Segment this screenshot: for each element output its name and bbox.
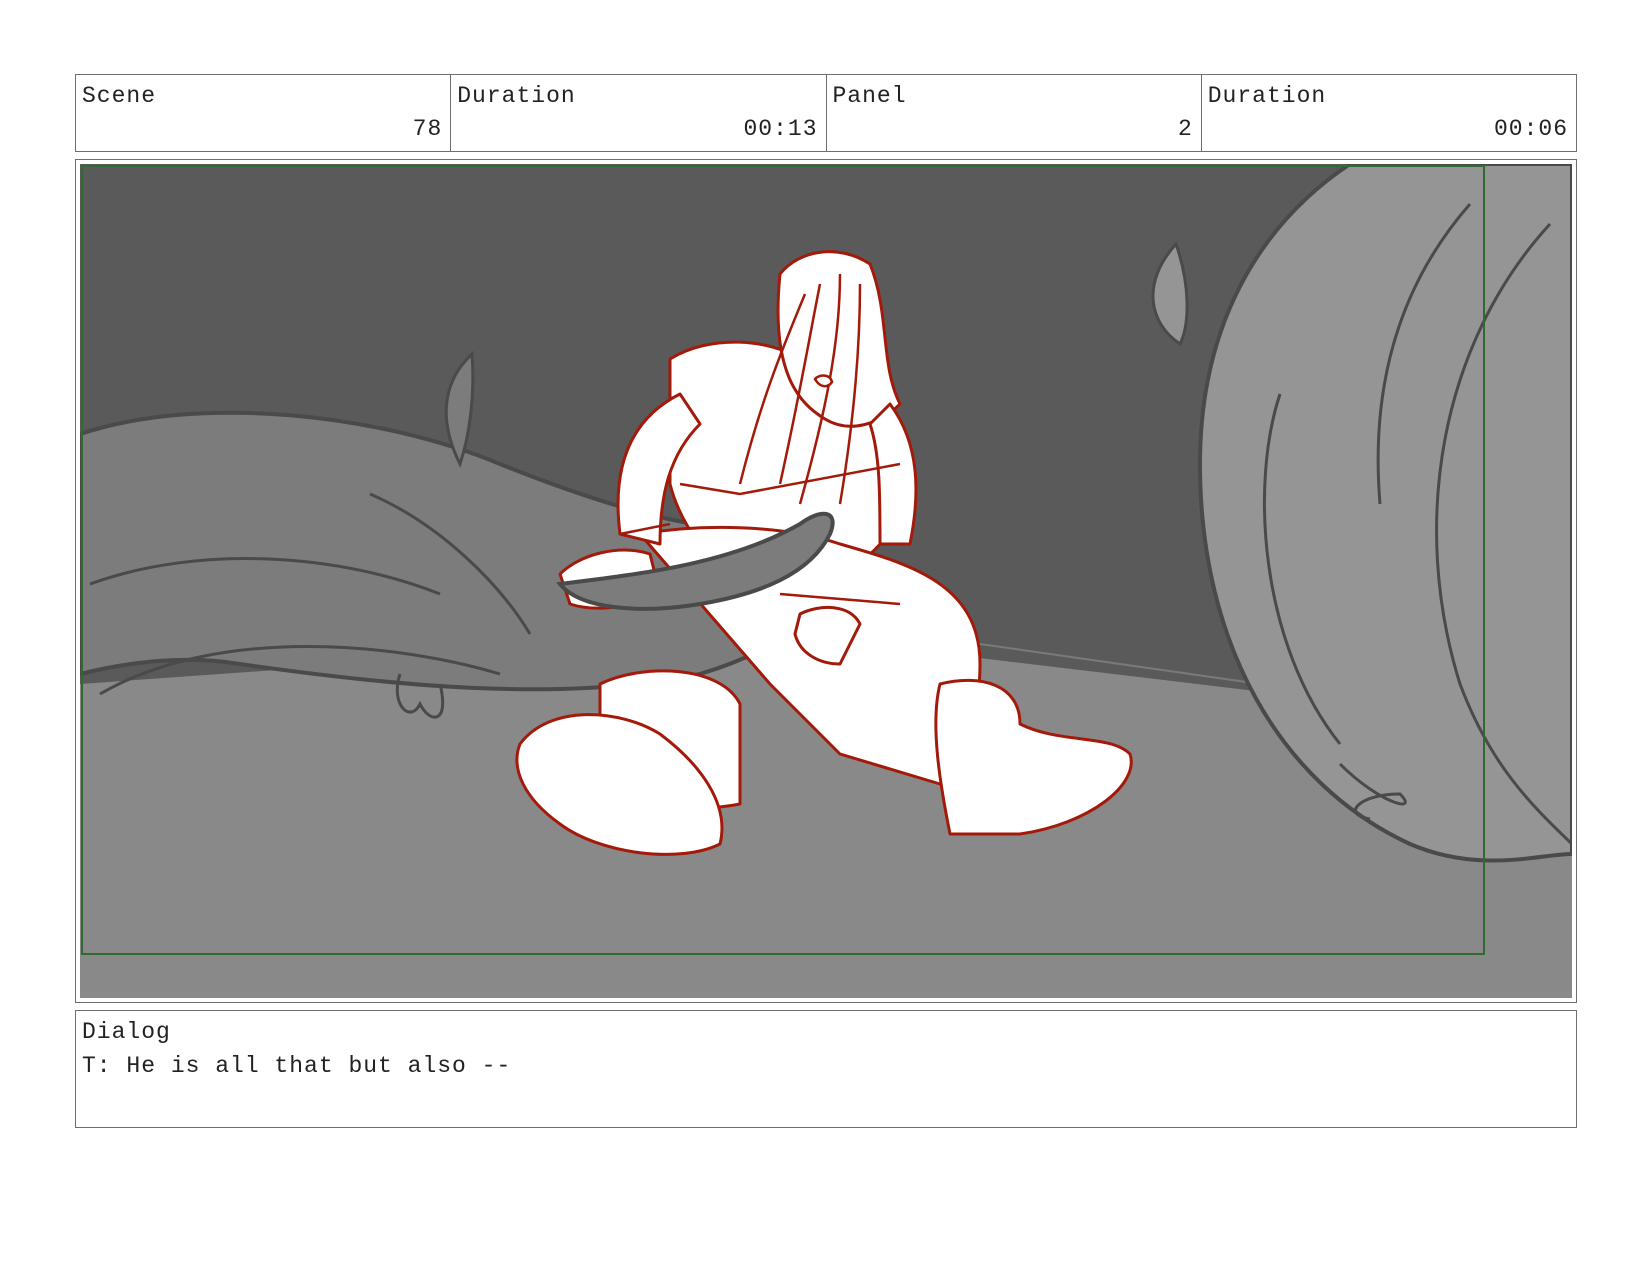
panel-label: Panel <box>832 83 907 109</box>
panel-duration-cell: Duration 00:06 <box>1202 75 1576 151</box>
panel-value: 2 <box>1177 116 1193 142</box>
scene-duration-label: Duration <box>457 83 576 109</box>
scene-value: 78 <box>412 116 443 142</box>
scene-duration-cell: Duration 00:13 <box>451 75 827 151</box>
scene-cell: Scene 78 <box>76 75 452 151</box>
dialog-text: T: He is all that but also -- <box>82 1053 512 1079</box>
dialog-box: Dialog T: He is all that but also -- <box>75 1010 1577 1128</box>
panel-duration-value: 00:06 <box>1493 116 1568 142</box>
sketch-illustration <box>80 164 1572 998</box>
scene-duration-value: 00:13 <box>743 116 818 142</box>
panel-duration-label: Duration <box>1207 83 1327 109</box>
panel-info-header: Scene 78 Duration 00:13 Panel 2 Duration… <box>75 74 1577 152</box>
dialog-label: Dialog <box>82 1019 171 1045</box>
scene-label: Scene <box>82 83 157 109</box>
storyboard-sketch <box>80 164 1572 998</box>
panel-cell: Panel 2 <box>827 75 1202 151</box>
